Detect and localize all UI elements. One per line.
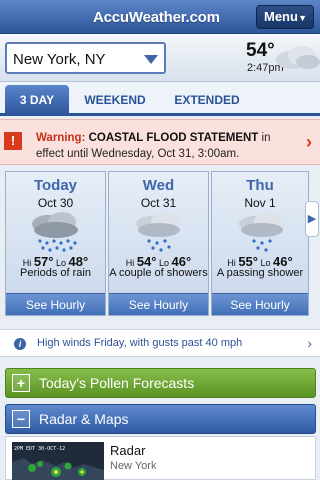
see-hourly-button[interactable]: See Hourly	[109, 293, 208, 315]
warning-label: Warning:	[36, 132, 86, 144]
radar-location: New York	[110, 460, 157, 472]
forecast-day-wed[interactable]: Wed Oct 31 Hi 54° Lo 46° A couple of sho…	[108, 171, 209, 316]
warning-text: Warning: COASTAL FLOOD STATEMENT in effe…	[36, 130, 291, 162]
day-name: Wed	[142, 177, 175, 194]
day-name: Today	[33, 177, 78, 194]
current-temperature: 54°	[246, 40, 275, 61]
radar-card[interactable]: 2PM EDT 30-OCT-12 Radar New York	[5, 436, 316, 480]
tab-extended[interactable]: EXTENDED	[160, 85, 254, 116]
next-days-arrow-icon[interactable]: ▶	[305, 201, 319, 237]
info-icon: i	[14, 338, 26, 350]
forecast-description: A couple of showers	[109, 267, 208, 279]
weather-warning-banner[interactable]: ! Warning: COASTAL FLOOD STATEMENT in ef…	[0, 119, 320, 165]
weather-news-text: High winds Friday, with gusts past 40 mp…	[37, 337, 243, 349]
menu-label: Menu	[264, 9, 298, 24]
radar-section-label: Radar & Maps	[39, 411, 129, 427]
radar-map-thumbnail: 2PM EDT 30-OCT-12	[12, 442, 104, 480]
weather-news-row[interactable]: i High winds Friday, with gusts past 40 …	[0, 329, 320, 357]
warning-icon: !	[4, 132, 22, 150]
accuweather-logo[interactable]: AccuWeather.com	[93, 9, 220, 26]
radar-timestamp: 2PM EDT 30-OCT-12	[14, 446, 65, 452]
day-date: Oct 30	[37, 196, 74, 210]
expand-icon: +	[12, 374, 30, 392]
radar-maps-section[interactable]: − Radar & Maps	[5, 404, 316, 434]
chevron-down-icon: ▼	[298, 13, 307, 23]
forecast-day-today[interactable]: Today Oct 30 Hi 57° Lo 48° Periods of ra…	[5, 171, 106, 316]
tab-3-day[interactable]: 3 DAY	[5, 85, 69, 116]
three-day-forecast: Today Oct 30 Hi 57° Lo 48° Periods of ra…	[0, 171, 320, 316]
collapse-icon: −	[12, 410, 30, 428]
location-select[interactable]: New York, NY	[5, 42, 166, 74]
location-bar: New York, NY 54° 2:47pm	[0, 34, 320, 82]
see-hourly-button[interactable]: See Hourly	[6, 293, 105, 315]
location-name: New York, NY	[13, 51, 106, 68]
cloudy-icon	[276, 46, 320, 69]
tab-weekend[interactable]: WEEKEND	[76, 85, 154, 116]
radar-title: Radar	[110, 443, 146, 458]
pollen-forecast-section[interactable]: + Today's Pollen Forecasts	[5, 368, 316, 398]
chevron-right-icon: ›	[306, 132, 312, 152]
forecast-description: Periods of rain	[20, 267, 91, 279]
see-hourly-button[interactable]: See Hourly	[212, 293, 308, 315]
forecast-day-thu[interactable]: Thu Nov 1 Hi 55° Lo 46° A passing shower…	[211, 171, 309, 316]
menu-button[interactable]: Menu ▼	[256, 5, 314, 29]
showers-icon	[136, 212, 180, 252]
forecast-description: A passing shower	[216, 267, 304, 279]
day-name: Thu	[246, 177, 274, 194]
day-date: Nov 1	[244, 196, 276, 210]
chevron-right-icon: ›	[307, 335, 312, 351]
top-bar: AccuWeather.com Menu ▼	[0, 0, 320, 34]
rain-icon	[32, 212, 78, 252]
showers-icon	[239, 212, 283, 252]
dropdown-arrow-icon	[144, 55, 158, 64]
warning-title: COASTAL FLOOD STATEMENT	[88, 132, 259, 144]
day-date: Oct 31	[140, 196, 177, 210]
forecast-tabs: 3 DAY WEEKEND EXTENDED	[0, 82, 320, 116]
pollen-section-label: Today's Pollen Forecasts	[39, 375, 195, 391]
